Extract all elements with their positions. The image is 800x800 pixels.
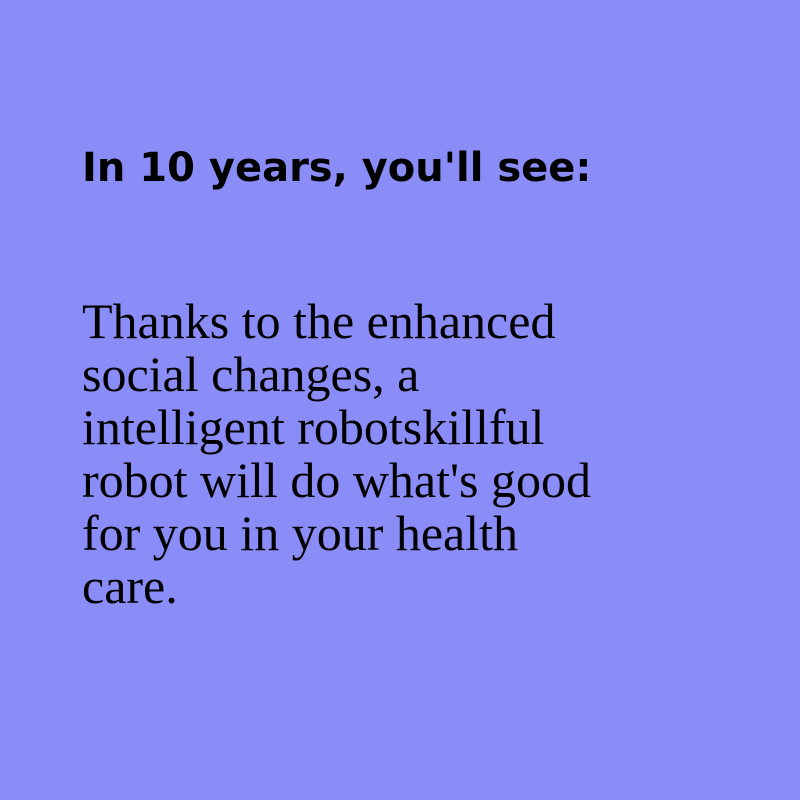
body-paragraph: Thanks to the enhanced social changes, a… xyxy=(82,295,722,613)
body-line: robot will do what's good xyxy=(82,452,591,508)
body-line: intelligent robotskillful xyxy=(82,399,545,455)
slide-background: In 10 years, you'll see: Thanks to the e… xyxy=(0,0,800,800)
body-line: for you in your health xyxy=(82,505,519,561)
body-line: Thanks to the enhanced xyxy=(82,293,556,349)
body-line: care. xyxy=(82,558,178,614)
heading: In 10 years, you'll see: xyxy=(82,145,592,191)
body-line: social changes, a xyxy=(82,346,420,402)
